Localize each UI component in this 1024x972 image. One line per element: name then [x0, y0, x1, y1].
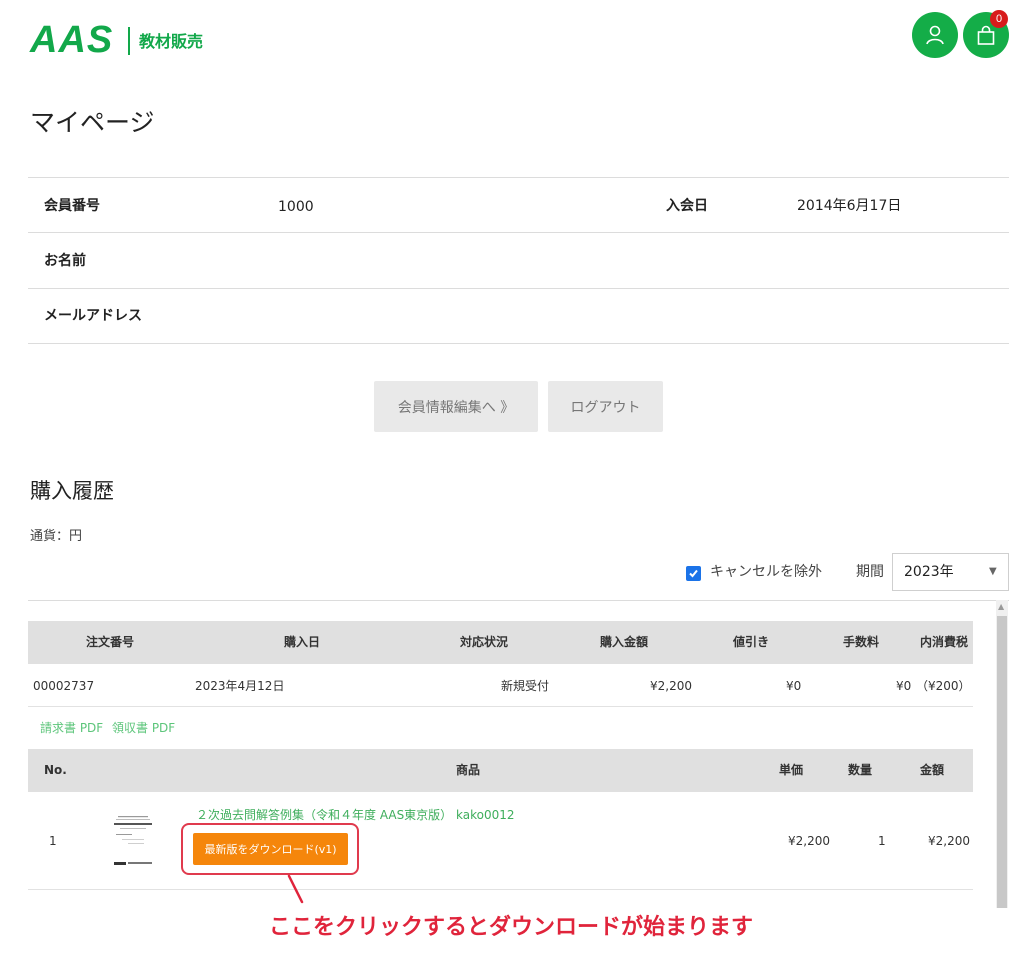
- divider: [28, 706, 973, 707]
- exclude-cancel-label[interactable]: キャンセルを除外: [710, 563, 822, 581]
- scroll-up-icon[interactable]: ▲: [998, 602, 1004, 612]
- column-header-fee: 手数料: [843, 635, 880, 649]
- page-title: マイページ: [30, 108, 155, 137]
- currency-label: 通貨：円: [30, 529, 83, 544]
- document-thumbnail-icon: [114, 816, 152, 865]
- column-header-status: 対応状況: [460, 635, 509, 649]
- column-header-order-number: 注文番号: [86, 635, 135, 649]
- divider: [28, 343, 1009, 344]
- product-thumbnail[interactable]: [108, 812, 158, 870]
- edit-member-button[interactable]: 会員情報編集へ 》: [374, 381, 538, 432]
- column-header-unit-price: 単価: [779, 763, 804, 777]
- cart-count-badge: 0: [990, 10, 1008, 28]
- item-quantity: 1: [878, 834, 886, 848]
- user-icon: [926, 25, 944, 45]
- account-button[interactable]: [912, 12, 958, 58]
- exclude-cancel-checkbox[interactable]: [686, 566, 701, 581]
- logo[interactable]: AAS: [30, 18, 113, 62]
- divider: [28, 232, 1009, 233]
- join-date-label: 入会日: [666, 198, 708, 214]
- divider: [28, 889, 973, 890]
- order-status: 新規受付: [501, 679, 550, 693]
- column-header-discount: 値引き: [733, 635, 770, 649]
- column-header-quantity: 数量: [848, 763, 873, 777]
- annotation-text: ここをクリックするとダウンロードが始まります: [269, 915, 754, 940]
- logo-subtitle: 教材販売: [139, 32, 204, 51]
- item-table-header: [28, 749, 973, 792]
- item-unit-price: ¥2,200: [788, 834, 830, 848]
- divider: [28, 177, 1009, 178]
- column-header-no: No.: [44, 763, 67, 777]
- divider: [28, 600, 1009, 601]
- column-header-product: 商品: [456, 763, 481, 777]
- section-title-history: 購入履歴: [30, 479, 114, 503]
- column-header-total: 金額: [920, 763, 945, 777]
- member-number-label: 会員番号: [44, 198, 100, 214]
- logout-button[interactable]: ログアウト: [548, 381, 663, 432]
- scrollbar-thumb[interactable]: [997, 616, 1007, 908]
- column-header-amount: 購入金額: [600, 635, 649, 649]
- invoice-pdf-link[interactable]: 請求書 PDF: [40, 720, 103, 736]
- join-date-value: 2014年6月17日: [797, 198, 902, 214]
- logo-divider: [128, 27, 130, 55]
- name-label: お名前: [44, 253, 86, 269]
- item-total: ¥2,200: [928, 834, 970, 848]
- divider: [28, 288, 1009, 289]
- order-tax: （¥200）: [916, 679, 971, 693]
- column-header-purchase-date: 購入日: [284, 635, 321, 649]
- check-icon: [689, 569, 698, 578]
- item-number: 1: [49, 834, 57, 848]
- order-fee: ¥0: [896, 679, 912, 693]
- order-amount: ¥2,200: [650, 679, 692, 693]
- shopping-bag-icon: [977, 25, 995, 45]
- period-select-value[interactable]: 2023年: [904, 563, 954, 581]
- email-label: メールアドレス: [44, 308, 142, 324]
- period-label: 期間: [856, 564, 884, 580]
- order-number: 00002737: [33, 679, 95, 693]
- product-name-link[interactable]: ２次過去問解答例集（令和４年度 AAS東京版） kako0012: [196, 807, 515, 823]
- order-discount: ¥0: [786, 679, 802, 693]
- receipt-pdf-link[interactable]: 領収書 PDF: [112, 720, 175, 736]
- chevron-down-icon[interactable]: ▼: [989, 566, 997, 578]
- order-date: 2023年4月12日: [195, 679, 285, 693]
- annotation-pointer-line: [287, 874, 304, 904]
- download-latest-button[interactable]: 最新版をダウンロード(v1): [193, 833, 348, 865]
- member-number-value: 1000: [278, 199, 314, 215]
- column-header-tax: 内消費税: [920, 635, 969, 649]
